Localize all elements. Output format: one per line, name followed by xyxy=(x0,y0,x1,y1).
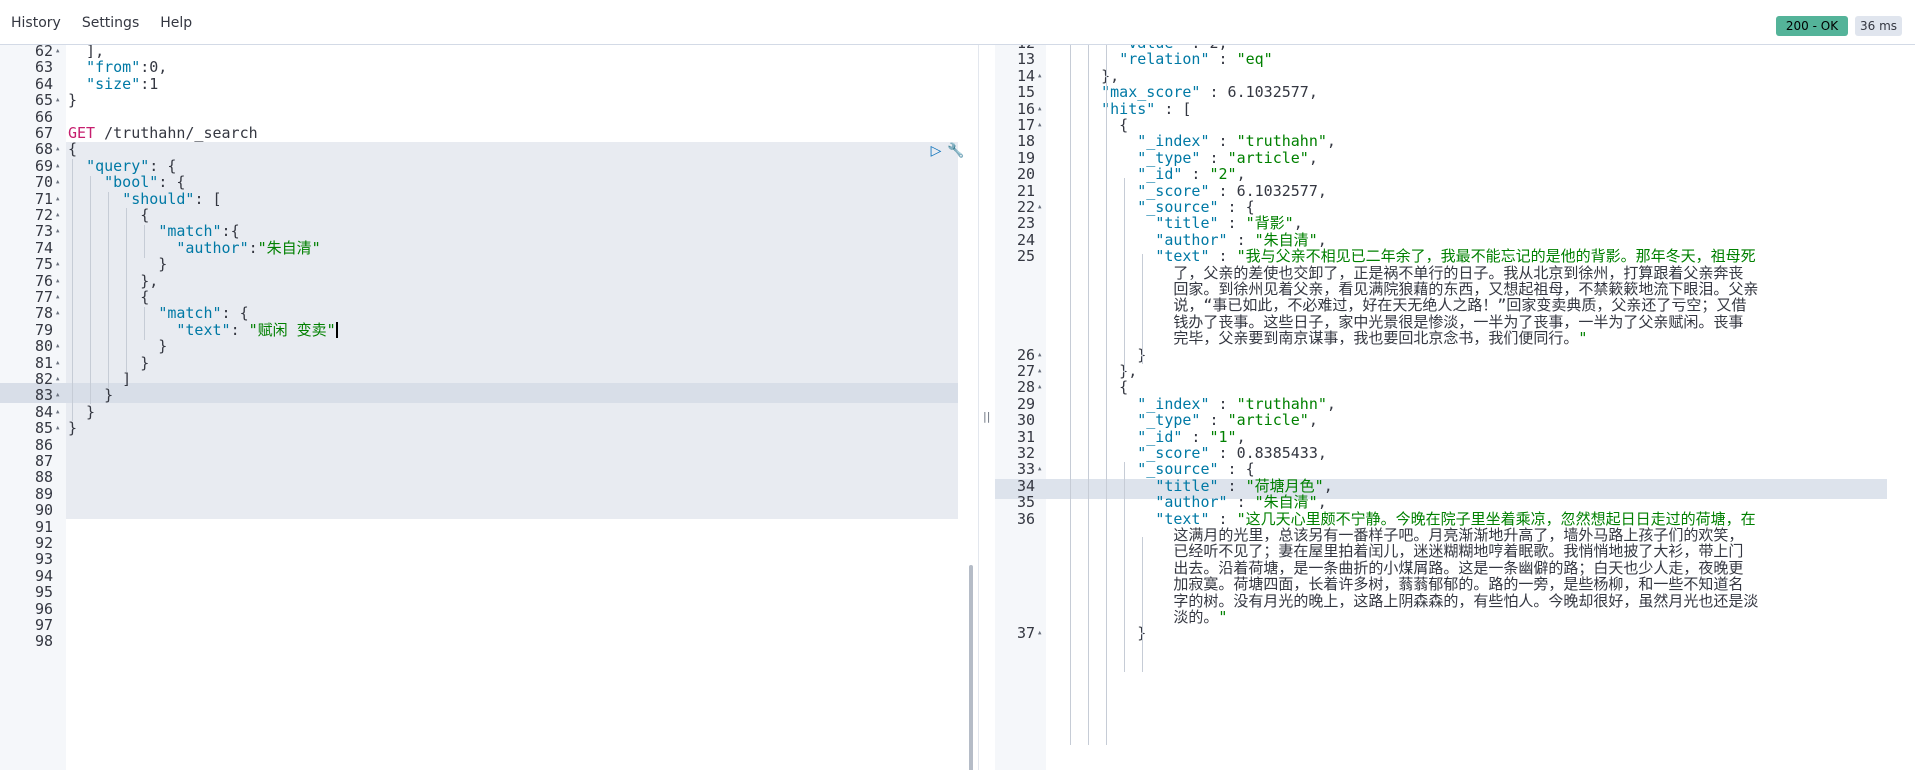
indent-guide xyxy=(1088,45,1089,745)
status-badge: 200 - OK xyxy=(1776,16,1848,36)
indent-guide xyxy=(1142,537,1143,672)
menu-history[interactable]: History xyxy=(0,15,71,31)
menu-help[interactable]: Help xyxy=(149,15,202,31)
indent-guide xyxy=(1124,462,1125,672)
line-number: 37 xyxy=(1016,624,1035,643)
console-menu: History Settings Help xyxy=(0,0,202,45)
indent-guide xyxy=(144,225,145,258)
menu-settings[interactable]: Settings xyxy=(71,15,149,31)
console-toolbar: History Settings Help 200 - OK 36 ms xyxy=(0,0,1915,45)
indent-guide xyxy=(126,208,127,290)
indent-guide xyxy=(72,159,73,421)
response-time-badge: 36 ms xyxy=(1855,16,1902,36)
line-number: 98 xyxy=(34,632,53,651)
request-editor[interactable]: ▷ 🔧 62 ▴ ], 63 "from":0, 64 "size":1 65 ▴} 66 6… xyxy=(0,45,978,770)
fold-toggle-icon[interactable]: ▴ xyxy=(1037,623,1042,643)
indent-guide xyxy=(1106,45,1107,745)
indent-guide xyxy=(126,290,127,372)
response-line[interactable]: 37▴ } xyxy=(995,623,1915,643)
request-line[interactable]: 98 xyxy=(0,631,978,651)
pane-divider[interactable] xyxy=(978,45,995,770)
indent-guide xyxy=(1124,178,1125,373)
indent-guide xyxy=(1070,45,1071,745)
response-viewer[interactable]: 12 "value" : 2,13 "relation" : "eq"14▴ }… xyxy=(995,45,1915,770)
indent-guide xyxy=(1142,254,1143,364)
indent-guide xyxy=(108,192,109,388)
resize-handle-icon[interactable]: || xyxy=(983,410,990,423)
indent-guide xyxy=(90,176,91,404)
indent-guide xyxy=(144,307,145,340)
